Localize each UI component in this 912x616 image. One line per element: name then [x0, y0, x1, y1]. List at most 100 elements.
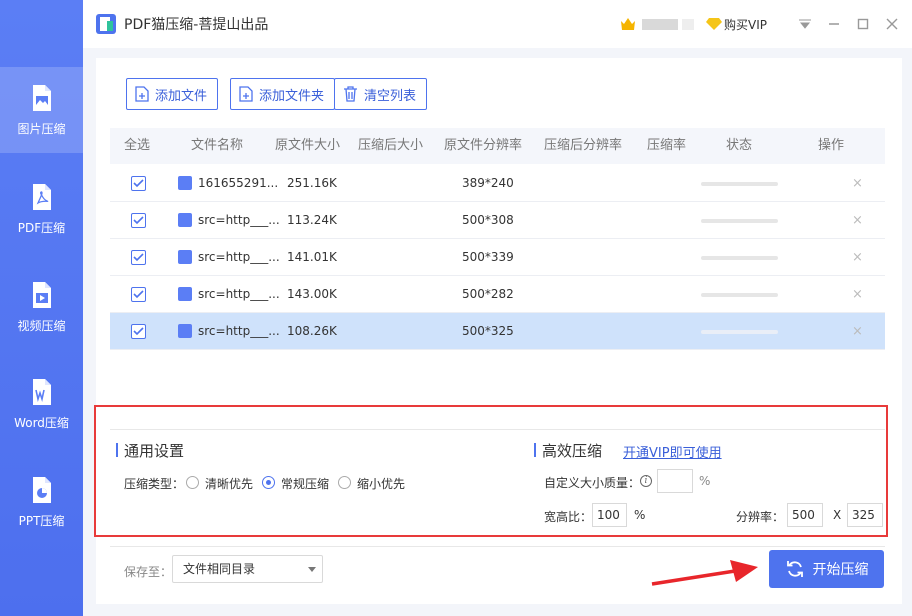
- delete-row-button[interactable]: ×: [852, 202, 863, 239]
- resolution-x-separator: X: [833, 508, 842, 522]
- file-name: src=http___...: [198, 213, 280, 227]
- app-title: PDF猫压缩-菩提山出品: [124, 17, 269, 33]
- crown-icon: [621, 18, 635, 30]
- sidebar-item-image-compress[interactable]: 图片压缩: [0, 67, 83, 153]
- radio-size-first[interactable]: [338, 476, 351, 489]
- file-name: src=http___...: [198, 287, 280, 301]
- red-arrow-annotation: [651, 560, 758, 586]
- radio-normal-compress[interactable]: [262, 476, 275, 489]
- save-location-select[interactable]: 文件相同目录: [172, 555, 323, 583]
- sidebar-item-ppt-compress[interactable]: PPT压缩: [0, 459, 83, 545]
- add-folder-button[interactable]: 添加文件夹: [230, 78, 336, 110]
- check-icon: [133, 253, 144, 262]
- resolution-width-input[interactable]: [787, 503, 823, 527]
- compress-type-label: 压缩类型：: [124, 477, 185, 491]
- row-checkbox[interactable]: [131, 324, 146, 339]
- check-icon: [133, 290, 144, 299]
- option-normal-compress[interactable]: 常规压缩: [281, 475, 329, 492]
- table-row[interactable]: src=http___... 141.01K 500*339 ×: [110, 239, 885, 276]
- column-header-select-all[interactable]: 全选: [124, 128, 150, 164]
- sidebar-item-label: 视频压缩: [17, 318, 66, 333]
- row-checkbox[interactable]: [131, 176, 146, 191]
- sidebar-item-label: Word压缩: [14, 415, 69, 430]
- image-file-icon: [32, 84, 51, 111]
- minimize-button[interactable]: [820, 10, 848, 38]
- check-icon: [133, 327, 144, 336]
- maximize-button[interactable]: [849, 10, 877, 38]
- radio-clarity-first[interactable]: [186, 476, 199, 489]
- original-resolution: 500*308: [462, 213, 514, 227]
- aspect-ratio-label: 宽高比：: [544, 510, 593, 524]
- sidebar-item-label: 图片压缩: [17, 121, 66, 136]
- row-checkbox[interactable]: [131, 250, 146, 265]
- start-compress-button[interactable]: 开始压缩: [769, 550, 884, 588]
- resolution-height-input[interactable]: [847, 503, 883, 527]
- original-resolution: 500*339: [462, 250, 514, 264]
- add-folder-label: 添加文件夹: [259, 88, 325, 104]
- image-thumbnail-icon: [178, 250, 192, 264]
- aspect-ratio-input[interactable]: [592, 503, 627, 527]
- file-name: src=http___...: [198, 250, 280, 264]
- percent-sign: %: [699, 474, 711, 488]
- open-vip-link[interactable]: 开通VIP即可使用: [623, 442, 722, 461]
- table-header: 全选 文件名称 原文件大小 压缩后大小 原文件分辨率 压缩后分辨率 压缩率 状态…: [110, 128, 885, 164]
- custom-size-input[interactable]: [657, 469, 693, 493]
- status-progress-bar: [701, 219, 778, 223]
- status-progress-bar: [701, 293, 778, 297]
- delete-row-button[interactable]: ×: [852, 165, 863, 202]
- buy-vip-link[interactable]: 购买VIP: [724, 16, 767, 33]
- table-row[interactable]: src=http___... 113.24K 500*308 ×: [110, 202, 885, 239]
- clear-list-label: 清空列表: [364, 88, 417, 104]
- settings-divider: [110, 429, 885, 430]
- original-size: 143.00K: [287, 287, 337, 301]
- sidebar-item-word-compress[interactable]: Word压缩: [0, 361, 83, 447]
- column-header-actions: 操作: [818, 138, 845, 153]
- original-resolution: 500*325: [462, 324, 514, 338]
- add-file-label: 添加文件: [155, 88, 208, 104]
- add-file-button[interactable]: 添加文件: [126, 78, 219, 110]
- trash-icon: [344, 86, 357, 102]
- info-icon[interactable]: i: [640, 475, 652, 487]
- maximize-icon: [857, 18, 869, 30]
- video-file-icon: [32, 281, 51, 308]
- column-header-compressed-resolution: 压缩后分辨率: [544, 138, 623, 153]
- save-to-label: 保存至：: [124, 565, 173, 579]
- image-thumbnail-icon: [178, 324, 192, 338]
- original-size: 113.24K: [287, 213, 337, 227]
- row-checkbox[interactable]: [131, 287, 146, 302]
- clear-list-button[interactable]: 清空列表: [334, 78, 428, 110]
- ppt-file-icon: [32, 476, 51, 503]
- status-progress-bar: [701, 330, 778, 334]
- efficient-compress-title: 高效压缩: [533, 442, 603, 460]
- title-bar: PDF猫压缩-菩提山出品 购买VIP: [83, 0, 912, 48]
- sidebar-item-video-compress[interactable]: 视频压缩: [0, 264, 83, 350]
- row-checkbox[interactable]: [131, 213, 146, 228]
- option-size-first[interactable]: 缩小优先: [357, 475, 405, 492]
- menu-button[interactable]: [791, 10, 819, 38]
- image-thumbnail-icon: [178, 176, 192, 190]
- sidebar-item-pdf-compress[interactable]: PDF压缩: [0, 166, 83, 252]
- delete-row-button[interactable]: ×: [852, 313, 863, 350]
- user-name-redacted: [642, 18, 678, 30]
- option-clarity-first[interactable]: 清晰优先: [205, 475, 253, 492]
- status-progress-bar: [701, 256, 778, 260]
- table-row[interactable]: src=http___... 143.00K 500*282 ×: [110, 276, 885, 313]
- table-row[interactable]: 161655291... 251.16K 389*240 ×: [110, 165, 885, 202]
- original-resolution: 389*240: [462, 176, 514, 190]
- delete-row-button[interactable]: ×: [852, 276, 863, 313]
- column-header-filename: 文件名称: [191, 138, 244, 153]
- general-settings-title: 通用设置: [115, 442, 185, 460]
- column-header-compression-ratio: 压缩率: [647, 138, 687, 153]
- diamond-icon: [706, 18, 722, 30]
- check-icon: [133, 216, 144, 225]
- refresh-icon: [786, 561, 803, 577]
- column-header-original-size: 原文件大小: [275, 138, 341, 153]
- user-name-redacted-tail: [682, 18, 694, 30]
- table-row-selected[interactable]: src=http___... 108.26K 500*325 ×: [110, 313, 885, 350]
- delete-row-button[interactable]: ×: [852, 239, 863, 276]
- close-button[interactable]: [878, 10, 906, 38]
- add-folder-icon: [239, 86, 253, 102]
- column-header-original-resolution: 原文件分辨率: [444, 138, 523, 153]
- main-panel: 添加文件 添加文件夹 清空列表 全选 文件名称 原文件大小 压缩后大小 原文件分…: [94, 58, 902, 604]
- column-header-status: 状态: [726, 138, 753, 153]
